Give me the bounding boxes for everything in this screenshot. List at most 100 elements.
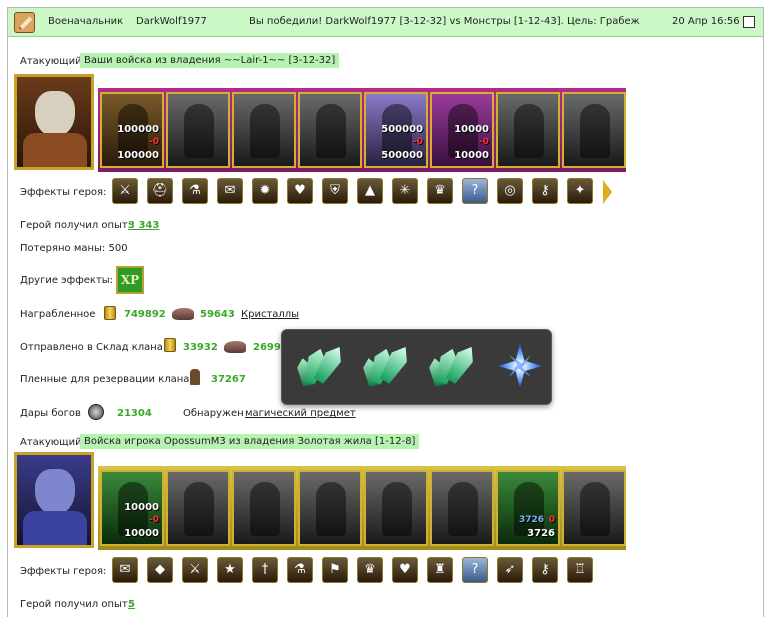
banner-icon[interactable]: ⚑ bbox=[322, 557, 348, 583]
unit-slot[interactable] bbox=[496, 92, 560, 168]
gold-icon bbox=[104, 306, 116, 320]
scroll-icon[interactable]: ✉ bbox=[217, 178, 243, 204]
hero-skull-helmet bbox=[35, 91, 75, 137]
tower-icon[interactable]: ♖ bbox=[567, 557, 593, 583]
unit-count-end: 10000 bbox=[454, 150, 489, 161]
unit-count-current: 3726 bbox=[518, 515, 544, 525]
shield-icon[interactable]: ⛨ bbox=[322, 178, 348, 204]
unit-slot[interactable]: 0 3726 3726 bbox=[496, 470, 560, 546]
heart-icon[interactable]: ♥ bbox=[392, 557, 418, 583]
unit-slot[interactable]: 10000 -0 10000 bbox=[100, 470, 164, 546]
clan-gold: 33932 bbox=[183, 342, 218, 353]
unit-slot[interactable] bbox=[166, 92, 230, 168]
castle-icon[interactable]: ♜ bbox=[427, 557, 453, 583]
green-crystal-icon bbox=[362, 342, 414, 392]
crown-icon[interactable]: ♛ bbox=[427, 178, 453, 204]
hero-portrait[interactable] bbox=[14, 74, 94, 170]
potion-icon[interactable]: ⚗ bbox=[182, 178, 208, 204]
web-icon[interactable]: ✳ bbox=[392, 178, 418, 204]
unit-slot[interactable]: 500000 -0 500000 bbox=[364, 92, 428, 168]
hero-body bbox=[23, 511, 87, 545]
unit-slot[interactable] bbox=[430, 470, 494, 546]
unit-count-start: 10000 bbox=[124, 502, 159, 513]
magic-item-link[interactable]: магический предмет bbox=[245, 408, 356, 419]
header-player-link[interactable]: DarkWolf1977 bbox=[136, 16, 207, 27]
army-title: Войска игрока OpossumM3 из владения Золо… bbox=[80, 434, 420, 449]
hero-portrait[interactable] bbox=[14, 452, 94, 548]
unit-slot[interactable] bbox=[364, 470, 428, 546]
other-effects-label: Другие эффекты: bbox=[20, 275, 114, 286]
unit-slot[interactable] bbox=[166, 470, 230, 546]
unit-count-end: 10000 bbox=[124, 528, 159, 539]
unit-count-start: 10000 bbox=[454, 124, 489, 135]
mana-text: Потеряно маны: 500 bbox=[20, 243, 128, 254]
crystals-link[interactable]: Кристаллы bbox=[241, 309, 299, 320]
unit-figure bbox=[580, 482, 610, 536]
unit-figure bbox=[514, 104, 544, 158]
unit-count-loss: 0 bbox=[548, 515, 555, 525]
question-icon[interactable]: ? bbox=[462, 557, 488, 583]
army-title: Ваши войска из владения ~~Lair-1~~ [3-12… bbox=[80, 53, 340, 68]
helmet-icon[interactable]: ⛑ bbox=[147, 178, 173, 204]
dagger-icon[interactable]: † bbox=[252, 557, 278, 583]
unit-figure bbox=[250, 482, 280, 536]
unit-figure bbox=[316, 104, 346, 158]
unit-slot[interactable] bbox=[298, 92, 362, 168]
exp-value[interactable]: 5 bbox=[128, 599, 135, 610]
key-icon[interactable]: ⚷ bbox=[532, 178, 558, 204]
prisoners-value: 37267 bbox=[211, 374, 246, 385]
green-crystal-icon bbox=[428, 342, 480, 392]
ore-icon bbox=[224, 341, 246, 353]
attacker-label: Атакующий bbox=[20, 437, 82, 448]
unit-count-end: 500000 bbox=[381, 150, 423, 161]
heart-icon[interactable]: ♥ bbox=[287, 178, 313, 204]
battle-report-icon bbox=[14, 12, 35, 33]
gem-icon[interactable]: ◆ bbox=[147, 557, 173, 583]
arrow-icon[interactable]: ➶ bbox=[497, 557, 523, 583]
gods-gift-icon bbox=[88, 404, 104, 420]
loot-gold: 749892 bbox=[124, 309, 166, 320]
select-checkbox[interactable] bbox=[743, 16, 755, 28]
header-role: Военачальник bbox=[48, 16, 124, 27]
gods-label: Дары богов bbox=[20, 408, 81, 419]
unit-figure bbox=[184, 104, 214, 158]
unit-count-end: 3726 bbox=[527, 528, 555, 539]
loot-ore: 59643 bbox=[200, 309, 235, 320]
unit-slot[interactable]: 100000 -0 100000 bbox=[100, 92, 164, 168]
unit-slot[interactable] bbox=[232, 470, 296, 546]
loot-label: Награбленное bbox=[20, 309, 96, 320]
unit-slot[interactable] bbox=[562, 92, 626, 168]
green-crystal-icon bbox=[296, 342, 348, 392]
unit-count-loss: -0 bbox=[149, 515, 159, 525]
effects-next-arrow-icon[interactable] bbox=[603, 180, 612, 204]
scroll-icon[interactable]: ✉ bbox=[112, 557, 138, 583]
unit-slot[interactable] bbox=[298, 470, 362, 546]
unit-count-start: 100000 bbox=[117, 124, 159, 135]
attacker-label: Атакующий bbox=[20, 56, 82, 67]
unit-count-loss: -0 bbox=[479, 137, 489, 147]
exp-value[interactable]: 3 343 bbox=[128, 220, 159, 231]
fire-icon[interactable]: ✹ bbox=[252, 178, 278, 204]
unit-figure bbox=[448, 482, 478, 536]
unit-figure bbox=[382, 482, 412, 536]
xp-bonus-icon[interactable]: XP bbox=[116, 266, 144, 294]
potion-icon[interactable]: ⚗ bbox=[287, 557, 313, 583]
key-icon[interactable]: ⚷ bbox=[532, 557, 558, 583]
crown-icon[interactable]: ♛ bbox=[357, 557, 383, 583]
unit-slot[interactable]: 10000 -0 10000 bbox=[430, 92, 494, 168]
tent-icon[interactable]: ▲ bbox=[357, 178, 383, 204]
star-icon[interactable]: ★ bbox=[217, 557, 243, 583]
sword-icon[interactable]: ⚔ bbox=[182, 557, 208, 583]
prisoners-label: Пленные для резервации клана: bbox=[20, 374, 193, 385]
unit-count-end: 100000 bbox=[117, 150, 159, 161]
gold-icon bbox=[164, 338, 176, 352]
unit-slot[interactable] bbox=[232, 92, 296, 168]
effects-label: Эффекты героя: bbox=[20, 187, 107, 198]
unit-slot[interactable] bbox=[562, 470, 626, 546]
sword-icon[interactable]: ⚔ bbox=[112, 178, 138, 204]
header-datetime: 20 Апр 16:56 bbox=[672, 16, 740, 27]
ring-icon[interactable]: ◎ bbox=[497, 178, 523, 204]
question-icon[interactable]: ? bbox=[462, 178, 488, 204]
wand-icon[interactable]: ✦ bbox=[567, 178, 593, 204]
crystals-tooltip bbox=[281, 329, 552, 405]
